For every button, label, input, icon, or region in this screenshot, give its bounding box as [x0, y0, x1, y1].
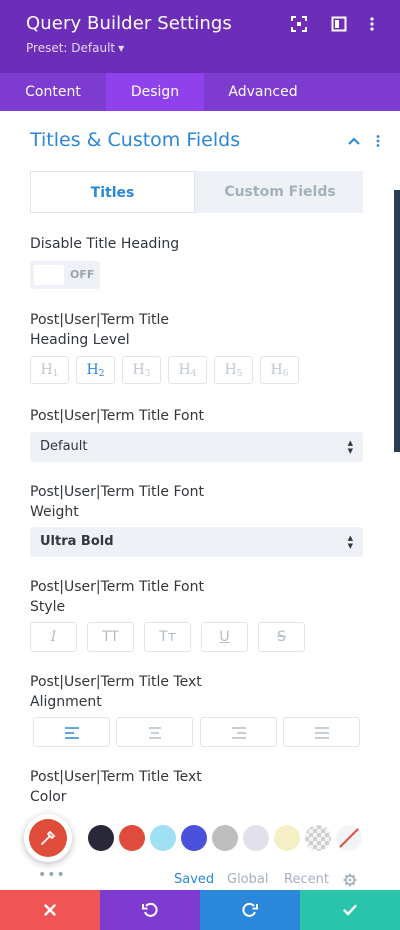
scrollbar[interactable] — [394, 190, 400, 452]
cancel-button[interactable] — [0, 890, 100, 930]
color-swatch[interactable] — [212, 825, 238, 851]
heading-number: 1 — [52, 369, 59, 379]
align-right-icon — [232, 727, 246, 739]
section-title[interactable]: Titles & Custom Fields — [30, 129, 240, 151]
gear-icon[interactable] — [343, 873, 357, 887]
palette-tab-saved[interactable]: Saved — [174, 872, 214, 887]
more-options-icon[interactable] — [364, 16, 380, 32]
undo-button[interactable] — [100, 890, 200, 930]
subtabs: Titles Custom Fields — [30, 171, 363, 213]
font-style-label-line1: Post|User|Term Title Font — [30, 579, 204, 595]
heading-letter: H — [178, 362, 191, 378]
color-swatch[interactable] — [150, 825, 176, 851]
align-center-button[interactable] — [116, 717, 193, 747]
close-icon — [44, 904, 56, 916]
color-swatch[interactable] — [119, 825, 145, 851]
font-style-label-line2: Style — [30, 599, 66, 615]
heading-h1-button[interactable]: H1 — [30, 356, 69, 384]
align-left-button[interactable] — [33, 717, 110, 747]
uppercase-button[interactable]: TT — [87, 622, 134, 652]
undo-icon — [142, 902, 158, 917]
heading-h6-button[interactable]: H6 — [260, 356, 299, 384]
current-color — [29, 819, 67, 857]
no-color-swatch[interactable] — [336, 825, 362, 851]
strikethrough-button[interactable]: S — [258, 622, 305, 652]
underline-button[interactable]: U — [201, 622, 248, 652]
tab-content[interactable]: Content — [0, 73, 106, 111]
subtab-custom-fields[interactable]: Custom Fields — [197, 171, 363, 213]
color-swatch[interactable] — [274, 825, 300, 851]
smallcaps-button[interactable]: Tт — [144, 622, 191, 652]
title-font-select[interactable]: Default ▲ ▼ — [30, 432, 363, 462]
text-color-label-line1: Post|User|Term Title Text — [30, 769, 202, 785]
color-swatch[interactable] — [88, 825, 114, 851]
modal-header: Query Builder Settings Preset: Default ▼ — [0, 0, 400, 73]
action-bar — [0, 890, 400, 930]
check-icon — [343, 904, 357, 916]
align-right-button[interactable] — [200, 717, 277, 747]
color-swatch[interactable] — [181, 825, 207, 851]
align-center-icon — [149, 727, 161, 739]
alignment-label-line1: Post|User|Term Title Text — [30, 674, 202, 690]
more-colors-icon[interactable]: ••• — [38, 867, 66, 883]
align-left-icon — [65, 727, 79, 739]
tab-advanced[interactable]: Advanced — [204, 73, 322, 111]
font-weight-label-line1: Post|User|Term Title Font — [30, 484, 204, 500]
font-weight-label-line2: Weight — [30, 504, 79, 520]
align-justify-button[interactable] — [283, 717, 360, 747]
fullscreen-icon[interactable] — [291, 16, 307, 32]
toggle-knob — [34, 265, 64, 285]
heading-letter: H — [224, 362, 237, 378]
eyedropper-icon — [41, 830, 56, 845]
font-weight-select[interactable]: Ultra Bold ▲ ▼ — [30, 527, 363, 557]
disable-heading-label: Disable Title Heading — [30, 236, 180, 252]
heading-letter: H — [132, 362, 145, 378]
disable-heading-toggle[interactable]: OFF — [30, 261, 100, 289]
select-arrows-icon: ▲ ▼ — [347, 534, 353, 550]
heading-letter: H — [40, 362, 53, 378]
font-weight-value: Ultra Bold — [40, 534, 114, 549]
heading-number: 6 — [282, 369, 289, 379]
heading-number: 5 — [236, 369, 243, 379]
caret-down-icon: ▼ — [118, 44, 125, 53]
color-picker-button[interactable] — [24, 814, 72, 862]
heading-number: 2 — [98, 369, 105, 379]
sidebar-toggle-icon[interactable] — [331, 16, 347, 32]
palette-tab-recent[interactable]: Recent — [284, 872, 329, 887]
save-button[interactable] — [300, 890, 400, 930]
redo-icon — [242, 902, 258, 917]
alignment-label-line2: Alignment — [30, 694, 102, 710]
title-font-value: Default — [40, 439, 88, 454]
heading-h5-button[interactable]: H5 — [214, 356, 253, 384]
heading-number: 4 — [190, 369, 197, 379]
settings-tabs: Content Design Advanced — [0, 73, 400, 111]
heading-level-label-line1: Post|User|Term Title — [30, 312, 170, 328]
heading-number: 3 — [144, 369, 151, 379]
italic-button[interactable]: I — [30, 622, 77, 652]
toggle-state-text: OFF — [70, 268, 95, 281]
transparent-swatch[interactable] — [305, 825, 331, 851]
tab-design[interactable]: Design — [106, 73, 204, 111]
redo-button[interactable] — [200, 890, 300, 930]
modal-title: Query Builder Settings — [26, 13, 232, 34]
section-menu-icon[interactable] — [371, 134, 385, 148]
heading-h2-button[interactable]: H2 — [76, 356, 115, 384]
chevron-up-icon[interactable] — [347, 134, 361, 148]
heading-level-label-line2: Heading Level — [30, 332, 130, 348]
title-font-label: Post|User|Term Title Font — [30, 408, 204, 424]
select-arrows-icon: ▲ ▼ — [347, 439, 353, 455]
color-swatch[interactable] — [243, 825, 269, 851]
preset-selector[interactable]: Preset: Default ▼ — [26, 41, 124, 55]
palette-tab-global[interactable]: Global — [227, 872, 268, 887]
align-justify-icon — [315, 727, 329, 739]
preset-label: Preset: Default — [26, 41, 116, 55]
heading-letter: H — [270, 362, 283, 378]
subtab-titles[interactable]: Titles — [30, 171, 195, 213]
heading-letter: H — [86, 362, 99, 378]
heading-h4-button[interactable]: H4 — [168, 356, 207, 384]
heading-h3-button[interactable]: H3 — [122, 356, 161, 384]
text-color-label-line2: Color — [30, 789, 67, 805]
